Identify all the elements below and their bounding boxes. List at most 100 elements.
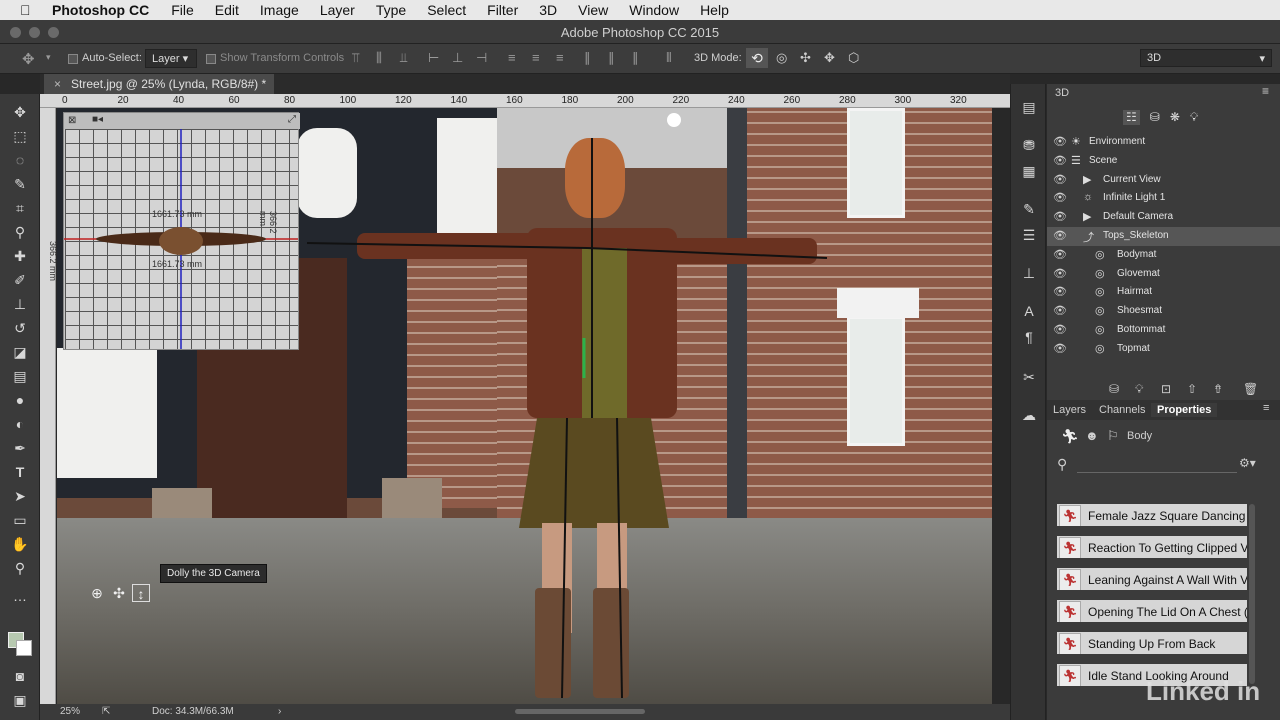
scene-row[interactable]: 👁︎ ◎ Glovemat bbox=[1047, 265, 1280, 284]
pen-tool-icon[interactable]: ✒ bbox=[10, 438, 30, 458]
animation-item[interactable]: 🏃︎ Opening The Lid On A Chest ( bbox=[1057, 600, 1247, 626]
distribute-hcenter-icon[interactable]: ∥ bbox=[608, 50, 615, 66]
visibility-eye-icon[interactable]: 👁︎ bbox=[1053, 135, 1067, 148]
menu-help[interactable]: Help bbox=[700, 2, 729, 18]
status-menu-arrow[interactable]: › bbox=[278, 706, 281, 717]
visibility-eye-icon[interactable]: 👁︎ bbox=[1053, 191, 1067, 204]
history-panel-icon[interactable]: ▤ bbox=[1020, 98, 1038, 116]
swap-view-icon[interactable]: ⤢ bbox=[288, 114, 296, 125]
menu-type[interactable]: Type bbox=[376, 2, 406, 18]
visibility-eye-icon[interactable]: 👁︎ bbox=[1053, 210, 1067, 223]
scene-row[interactable]: 👁︎ ◎ Bodymat bbox=[1047, 246, 1280, 265]
quick-mask-icon[interactable]: ◙ bbox=[10, 666, 30, 686]
gradient-tool-icon[interactable]: ▤ bbox=[10, 366, 30, 386]
show-transform-checkbox[interactable] bbox=[206, 54, 216, 64]
document-tab[interactable]: × Street.jpg @ 25% (Lynda, RGB/8#) * bbox=[44, 74, 274, 94]
paragraph-panel-icon[interactable]: ¶ bbox=[1020, 328, 1038, 346]
visibility-eye-icon[interactable]: 👁︎ bbox=[1053, 342, 1067, 355]
render-icon[interactable]: ⊡ bbox=[1161, 382, 1171, 396]
apple-menu-icon[interactable]:  bbox=[20, 2, 38, 18]
visibility-eye-icon[interactable]: 👁︎ bbox=[1053, 154, 1067, 167]
dolly-camera-icon[interactable]: ↕ bbox=[132, 584, 150, 602]
slide-3d-icon[interactable]: ✥ bbox=[824, 50, 835, 66]
scene-row[interactable]: 👁︎ ◎ Hairmat bbox=[1047, 283, 1280, 302]
align-bottom-icon[interactable]: ⫫ bbox=[400, 50, 407, 66]
distribute-right-icon[interactable]: ∥ bbox=[632, 50, 639, 66]
body-properties-icon[interactable]: 🏃︎ bbox=[1061, 428, 1079, 445]
materials-filter-icon[interactable]: ❋ bbox=[1170, 110, 1180, 125]
lights-filter-icon[interactable]: 💡︎ bbox=[1190, 110, 1198, 125]
auto-select-checkbox[interactable] bbox=[68, 54, 78, 64]
whole-scene-filter-icon[interactable]: ☷ bbox=[1123, 110, 1140, 125]
type-tool-icon[interactable]: T bbox=[10, 462, 30, 482]
clone-stamp-tool-icon[interactable]: ⊥ bbox=[10, 294, 30, 314]
tab-layers[interactable]: Layers bbox=[1053, 404, 1086, 416]
menu-file[interactable]: File bbox=[171, 2, 194, 18]
zoom-level[interactable]: 25% bbox=[60, 706, 80, 717]
add-light-icon[interactable]: 💡︎ bbox=[1135, 382, 1143, 397]
material-drop-icon[interactable]: ⇮ bbox=[1213, 382, 1223, 396]
auto-align-icon[interactable]: ⦀ bbox=[666, 50, 672, 66]
search-input[interactable] bbox=[1077, 472, 1237, 473]
visibility-eye-icon[interactable]: 👁︎ bbox=[1053, 248, 1067, 261]
scene-row[interactable]: 👁︎ ◎ Shoesmat bbox=[1047, 302, 1280, 321]
more-tools-icon[interactable]: … bbox=[10, 586, 30, 606]
scene-row[interactable]: 👁︎ ▶ Current View bbox=[1047, 171, 1280, 190]
marquee-tool-icon[interactable]: ⬚ bbox=[10, 126, 30, 146]
3d-panel-icon[interactable]: ⛃ bbox=[1020, 136, 1038, 154]
pan-3d-icon[interactable]: ✣ bbox=[800, 50, 811, 66]
gear-icon[interactable]: ⚙▾ bbox=[1239, 456, 1256, 470]
add-object-icon[interactable]: ⇧ bbox=[1187, 382, 1197, 396]
scene-row[interactable]: 👁︎ ⤴ Tops_Skeleton bbox=[1047, 227, 1280, 246]
eyedropper-tool-icon[interactable]: ⚲ bbox=[10, 222, 30, 242]
visibility-eye-icon[interactable]: 👁︎ bbox=[1053, 285, 1067, 298]
menu-layer[interactable]: Layer bbox=[320, 2, 355, 18]
meshes-filter-icon[interactable]: ⛁ bbox=[1150, 110, 1160, 125]
lasso-tool-icon[interactable]: ◌ bbox=[10, 150, 30, 170]
scene-row[interactable]: 👁︎ ☀ Environment bbox=[1047, 133, 1280, 152]
clone-source-panel-icon[interactable]: ⊥ bbox=[1020, 264, 1038, 282]
search-icon[interactable]: ⚲ bbox=[1057, 456, 1067, 473]
brush-panel-icon[interactable]: ✎ bbox=[1020, 200, 1038, 218]
brush-tool-icon[interactable]: ✐ bbox=[10, 270, 30, 290]
animation-item[interactable]: 🏃︎ Female Jazz Square Dancing bbox=[1057, 504, 1247, 530]
orbit-camera-icon[interactable]: ⊕ bbox=[88, 584, 106, 602]
camera-view-icon[interactable]: ■◂ bbox=[92, 114, 103, 125]
filter-icon[interactable]: ⛁ bbox=[1109, 382, 1119, 396]
eraser-tool-icon[interactable]: ◪ bbox=[10, 342, 30, 362]
move-tool-icon[interactable]: ✥ bbox=[10, 102, 30, 122]
blur-tool-icon[interactable]: ● bbox=[10, 390, 30, 410]
distribute-top-icon[interactable]: ≡ bbox=[508, 50, 516, 65]
visibility-eye-icon[interactable]: 👁︎ bbox=[1053, 267, 1067, 280]
menu-view[interactable]: View bbox=[578, 2, 608, 18]
healing-brush-tool-icon[interactable]: ✚ bbox=[10, 246, 30, 266]
panel-3d-tab[interactable]: 3D bbox=[1055, 87, 1069, 99]
menu-select[interactable]: Select bbox=[427, 2, 466, 18]
mask-properties-icon[interactable]: ☻ bbox=[1085, 428, 1099, 443]
app-menu[interactable]: Photoshop CC bbox=[52, 2, 149, 18]
character-panel-icon[interactable]: A bbox=[1020, 302, 1038, 320]
3d-secondary-view[interactable]: ⊠ ■◂ ⤢ 1661.73 mm 1661.73 mm 366.2 mm 36… bbox=[48, 112, 300, 350]
align-vcenter-icon[interactable]: ⫼ bbox=[376, 50, 382, 66]
scale-3d-icon[interactable]: ⬡ bbox=[848, 50, 859, 66]
move-tool-preset-icon[interactable]: ✥ bbox=[22, 50, 35, 68]
roll-3d-icon[interactable]: ◎ bbox=[776, 50, 787, 66]
animation-list-scrollbar[interactable] bbox=[1249, 504, 1255, 684]
zoom-tool-icon[interactable]: ⚲ bbox=[10, 558, 30, 578]
panel-menu-icon[interactable]: ≡ bbox=[1262, 84, 1269, 98]
close-view-icon[interactable]: ⊠ bbox=[68, 115, 76, 126]
tab-channels[interactable]: Channels bbox=[1099, 404, 1145, 416]
background-color-swatch[interactable] bbox=[16, 640, 32, 656]
trash-icon[interactable]: 🗑︎ bbox=[1243, 382, 1258, 396]
visibility-eye-icon[interactable]: 👁︎ bbox=[1053, 229, 1067, 242]
scene-row[interactable]: 👁︎ ☼ Infinite Light 1 bbox=[1047, 189, 1280, 208]
close-tab-icon[interactable]: × bbox=[54, 77, 61, 91]
align-right-icon[interactable]: ⊣ bbox=[476, 50, 487, 66]
quick-select-tool-icon[interactable]: ✎ bbox=[10, 174, 30, 194]
menu-edit[interactable]: Edit bbox=[215, 2, 239, 18]
align-left-icon[interactable]: ⊢ bbox=[428, 50, 439, 66]
visibility-eye-icon[interactable]: 👁︎ bbox=[1053, 173, 1067, 186]
hand-tool-icon[interactable]: ✋ bbox=[10, 534, 30, 554]
tools-panel-icon[interactable]: ✂ bbox=[1020, 368, 1038, 386]
history-brush-tool-icon[interactable]: ↺ bbox=[10, 318, 30, 338]
